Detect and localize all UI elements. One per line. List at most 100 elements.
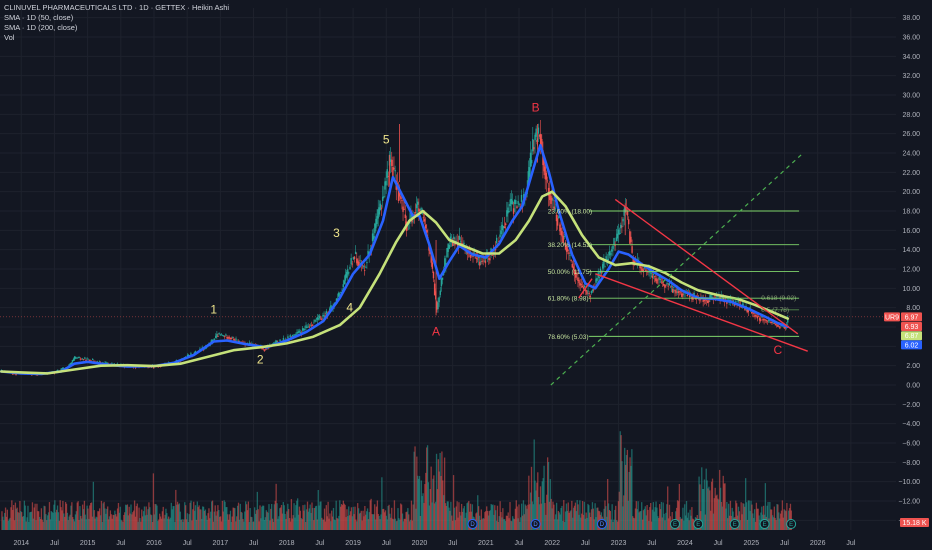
candle-body xyxy=(599,268,602,273)
time-tick-label: Jul xyxy=(515,540,524,547)
symbol-title[interactable]: CLINUVEL PHARMACEUTICALS LTD · 1D · GETT… xyxy=(4,3,229,13)
candle-body xyxy=(552,199,554,201)
candle-body xyxy=(83,359,85,361)
candle-body xyxy=(98,360,101,362)
candle-body xyxy=(609,253,612,255)
candle-body xyxy=(753,313,755,314)
price-tick-label: 20.00 xyxy=(902,189,920,196)
candle-body xyxy=(379,203,382,210)
candle-body xyxy=(444,258,446,267)
candle-body xyxy=(279,339,281,342)
candle-body xyxy=(779,326,781,329)
candle-body xyxy=(403,208,405,210)
candle-body xyxy=(587,290,589,292)
candle-body xyxy=(313,322,315,324)
price-tick-label: 38.00 xyxy=(902,15,920,22)
candle-body xyxy=(463,242,465,245)
volume-tag-label: 15.18 K xyxy=(902,520,926,527)
candle-body xyxy=(580,284,583,286)
candle-body xyxy=(351,263,353,265)
candle-body xyxy=(664,285,666,288)
price-tick-label: −10.00 xyxy=(898,479,920,486)
volume-legend[interactable]: Vol xyxy=(4,33,229,43)
price-tick-label: −12.00 xyxy=(898,499,920,506)
sma50-line[interactable] xyxy=(0,144,790,376)
candle-body xyxy=(511,200,514,205)
candle-body xyxy=(520,194,523,202)
price-tick-label: 32.00 xyxy=(902,73,920,80)
candle-body xyxy=(613,237,615,245)
candle-body xyxy=(439,290,441,296)
candle-body xyxy=(234,339,236,341)
candle-body xyxy=(668,283,671,286)
candle-body xyxy=(472,255,474,257)
time-tick-label: 2020 xyxy=(412,540,428,547)
abc-label: C xyxy=(774,343,783,357)
wave-label: 2 xyxy=(257,353,264,367)
price-tag-label: 6.97 xyxy=(905,314,919,321)
candle-body xyxy=(667,285,669,287)
candle-body xyxy=(479,261,481,266)
candle-body xyxy=(264,349,267,351)
candle-body xyxy=(561,231,563,237)
sma200-legend[interactable]: SMA · 1D (200, close) xyxy=(4,23,229,33)
candle-body xyxy=(657,279,659,281)
candle-body xyxy=(604,265,606,267)
candle-body xyxy=(225,334,227,336)
candle-body xyxy=(658,276,660,279)
wave-label: 1 xyxy=(210,302,217,316)
wave-label: 5 xyxy=(383,132,390,146)
time-tick-label: 2023 xyxy=(611,540,627,547)
candle-body xyxy=(383,196,385,198)
price-tick-label: 14.00 xyxy=(902,247,920,254)
candle-body xyxy=(578,279,580,284)
candle-body xyxy=(349,266,351,270)
event-marker-label: D xyxy=(470,522,475,528)
candle-body xyxy=(686,294,689,297)
time-tick-label: Jul xyxy=(714,540,723,547)
time-tick-label: 2022 xyxy=(544,540,560,547)
candle-body xyxy=(363,270,366,271)
candle-body xyxy=(505,223,507,226)
price-tick-label: −4.00 xyxy=(902,421,920,428)
candle-body xyxy=(530,159,533,164)
chart-root[interactable]: 23.60% (18.00) 38.20% (14.52) 50.00% (11.7… xyxy=(0,0,932,550)
candle-body xyxy=(385,180,387,186)
abc-label: B xyxy=(532,100,540,114)
abc-label: A xyxy=(432,325,440,339)
price-tick-label: −2.00 xyxy=(902,402,920,409)
price-tick-label: 8.00 xyxy=(906,305,920,312)
candle-body xyxy=(104,361,106,363)
time-tick-label: 2026 xyxy=(810,540,826,547)
candle-body xyxy=(217,336,219,337)
candle-body xyxy=(230,338,233,340)
candle-body xyxy=(545,173,548,180)
candle-body xyxy=(317,318,320,320)
candle-body xyxy=(491,255,493,256)
candle-body xyxy=(503,226,506,229)
candle-body xyxy=(652,274,655,275)
event-marker-label: E xyxy=(733,522,737,528)
price-tick-label: 0.00 xyxy=(906,383,920,390)
candle-body xyxy=(348,272,350,274)
candle-body xyxy=(512,208,515,214)
candle-body xyxy=(675,290,677,294)
candle-body xyxy=(231,337,234,339)
candle-body xyxy=(533,147,535,150)
candle-body xyxy=(535,128,537,137)
chart-legend: CLINUVEL PHARMACEUTICALS LTD · 1D · GETT… xyxy=(4,3,229,43)
candle-body xyxy=(556,218,559,226)
candle-body xyxy=(583,285,586,288)
price-chart[interactable]: 23.60% (18.00) 38.20% (14.52) 50.00% (11.7… xyxy=(0,0,932,550)
candle-body xyxy=(78,356,80,358)
candle-body xyxy=(415,204,418,209)
candle-body xyxy=(608,251,611,256)
candle-body xyxy=(757,316,760,318)
candle-body xyxy=(218,333,220,335)
candle-body xyxy=(404,214,406,219)
candle-body xyxy=(618,233,621,235)
candle-body xyxy=(529,152,532,167)
candle-body xyxy=(75,357,77,359)
candle-body xyxy=(354,251,357,254)
sma50-legend[interactable]: SMA · 1D (50, close) xyxy=(4,13,229,23)
